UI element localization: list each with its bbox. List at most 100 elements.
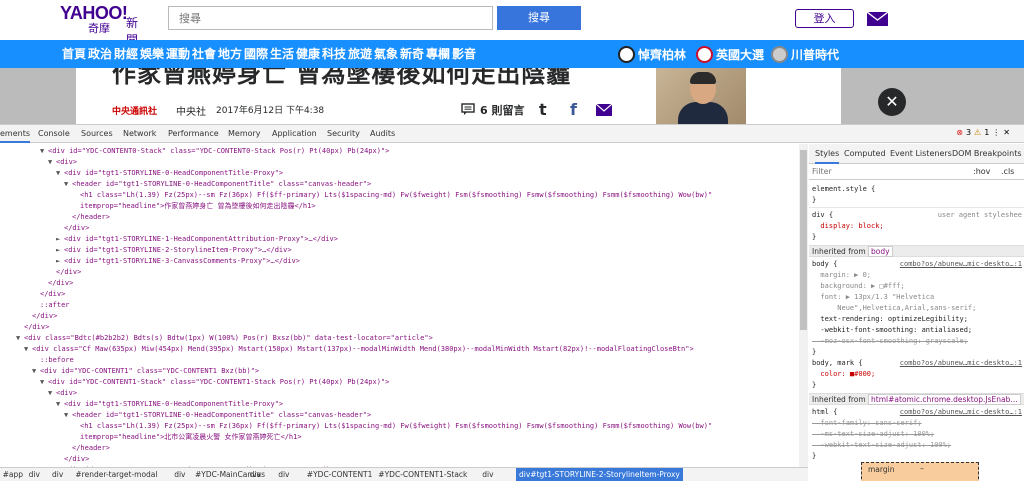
devtools-tab[interactable]: Performance — [168, 125, 219, 143]
dom-node[interactable]: </div> — [0, 223, 807, 234]
styles-tab[interactable]: Computed — [844, 144, 886, 164]
dom-node[interactable]: </div> — [0, 311, 807, 322]
share-mail-icon[interactable] — [596, 104, 612, 116]
nav-item[interactable]: 專欄 — [426, 40, 450, 68]
expand-toggle-icon[interactable]: ▼ — [24, 344, 32, 355]
dom-node[interactable]: itemprop="headline">北市公寓凌晨火警 女作家曾燕婷死亡</h… — [0, 432, 807, 443]
dom-node[interactable]: ▼ <div id="YDC-CONTENT0-Stack" class="YDC… — [0, 146, 807, 157]
breadcrumb-item[interactable]: #YDC-CONTENT1-Stack — [378, 468, 467, 481]
inherited-tag[interactable]: html#atomic.chrome.desktop.JsEnab… — [868, 394, 1021, 405]
style-line[interactable]: body, mark {combo?os/abunew…mic-deskto…:… — [812, 358, 1024, 369]
breadcrumb-item[interactable]: div — [174, 468, 185, 481]
devtools-tab[interactable]: ements — [0, 125, 31, 143]
nav-item[interactable]: 生活 — [270, 40, 294, 68]
style-line[interactable]: text-rendering: optimizeLegibility; — [812, 314, 1024, 325]
style-line[interactable]: div {user agent styleshee — [812, 210, 1024, 221]
warning-count[interactable]: 1 — [984, 128, 989, 137]
nav-item-special[interactable]: 川普時代 — [771, 43, 839, 65]
elements-tree[interactable]: ▼ <div id="YDC-CONTENT0-Stack" class="YDC… — [0, 144, 808, 467]
expand-toggle-icon[interactable]: ▼ — [40, 146, 48, 157]
devtools-tab[interactable]: Sources — [81, 125, 113, 143]
dom-node[interactable]: </header> — [0, 212, 807, 223]
mail-icon[interactable] — [867, 12, 888, 26]
nav-item[interactable]: 政治 — [88, 40, 112, 68]
yahoo-logo[interactable]: YAHOO! 奇摩 新聞 — [60, 4, 138, 47]
style-line[interactable]: } — [812, 347, 1024, 358]
devtools-tab[interactable]: Network — [123, 125, 156, 143]
dom-node[interactable]: </div> — [0, 454, 807, 465]
nav-item[interactable]: 氣象 — [374, 40, 398, 68]
login-button[interactable]: 登入 — [795, 9, 854, 28]
dom-node[interactable]: </div> — [0, 278, 807, 289]
style-line[interactable]: Neue",Helvetica,Arial,sans-serif; — [812, 303, 1024, 314]
nav-item[interactable]: 運動 — [166, 40, 190, 68]
expand-toggle-icon[interactable]: ▼ — [40, 377, 48, 388]
breadcrumb-item[interactable]: #app — [3, 468, 23, 481]
dom-node[interactable]: ▼ <header id="tgt1-STORYLINE-0-HeadCompon… — [0, 410, 807, 421]
dom-node[interactable]: ▼ <div class="Bdtc(#b2b2b2) Bdts(s) Bdtw(… — [0, 333, 807, 344]
dom-node[interactable]: ::after — [0, 300, 807, 311]
expand-toggle-icon[interactable]: ▼ — [32, 366, 40, 377]
dom-node[interactable]: ▼ <div> — [0, 388, 807, 399]
style-line[interactable]: body {combo?os/abunew…mic-deskto…:1 — [812, 259, 1024, 270]
comment-count[interactable]: 6 則留言 — [480, 102, 524, 118]
nav-item[interactable]: 首頁 — [62, 40, 86, 68]
dom-node[interactable]: </div> — [0, 267, 807, 278]
expand-toggle-icon[interactable]: ► — [56, 245, 64, 256]
dom-node[interactable]: ▼ <div id="tgt1-STORYLINE-0-HeadComponent… — [0, 168, 807, 179]
breadcrumb-item[interactable]: #render-target-modal — [75, 468, 157, 481]
modal-close-button[interactable]: ✕ — [878, 88, 906, 116]
styles-tab[interactable]: Styles — [815, 144, 840, 164]
dom-node[interactable]: ::before — [0, 355, 807, 366]
nav-item[interactable]: 新奇 — [400, 40, 424, 68]
dom-node[interactable]: ► <div id="tgt1-STORYLINE-3-CanvassCommen… — [0, 256, 807, 267]
style-line[interactable]: color: ■#000; — [812, 369, 1024, 380]
style-line[interactable]: } — [812, 451, 1024, 462]
breadcrumb-item[interactable]: #YDC-CONTENT1 — [307, 468, 373, 481]
box-model[interactable]: margin – — [861, 462, 979, 481]
style-line[interactable]: } — [812, 380, 1024, 391]
style-line[interactable]: display: block; — [812, 221, 1024, 232]
dom-node[interactable]: ▼ <div> — [0, 157, 807, 168]
devtools-tab[interactable]: Audits — [370, 125, 395, 143]
style-line[interactable]: } — [812, 232, 1024, 243]
devtools-tab[interactable]: Security — [327, 125, 360, 143]
devtools-tab[interactable]: Application — [272, 125, 317, 143]
styles-filter[interactable]: Filter :hov .cls — [809, 164, 1024, 180]
comment-icon[interactable] — [461, 103, 475, 115]
expand-toggle-icon[interactable]: ► — [56, 234, 64, 245]
stylesheet-link[interactable]: combo?os/abunew…mic-deskto…:1 — [900, 259, 1022, 270]
dom-node[interactable]: ▼ <header id="tgt1-STORYLINE-0-HeadCompon… — [0, 179, 807, 190]
nav-item[interactable]: 娛樂 — [140, 40, 164, 68]
more-menu-icon[interactable]: ⋮ — [992, 128, 1000, 137]
tumblr-icon[interactable]: t — [539, 100, 547, 119]
dom-node[interactable]: </header> — [0, 443, 807, 454]
breadcrumb-item[interactable]: div#tgt1-STORYLINE-2-StorylineItem-Proxy — [516, 468, 683, 481]
style-line[interactable]: } — [812, 195, 1024, 206]
breadcrumb-item[interactable]: div — [52, 468, 63, 481]
filter-input[interactable]: Filter — [812, 167, 832, 176]
nav-item[interactable]: 健康 — [296, 40, 320, 68]
nav-item-special[interactable]: 悼齊柏林 — [618, 43, 686, 65]
dom-node[interactable]: ▼ <div class="Cf Maw(635px) Miw(454px) Me… — [0, 344, 807, 355]
error-icon[interactable]: ⊗ — [956, 128, 963, 137]
nav-item[interactable]: 科技 — [322, 40, 346, 68]
dom-node[interactable]: </div> — [0, 322, 807, 333]
breadcrumb-item[interactable]: div — [250, 468, 261, 481]
stylesheet-link[interactable]: combo?os/abunew…mic-deskto…:1 — [900, 407, 1022, 418]
style-line[interactable]: margin: ▶ 0; — [812, 270, 1024, 281]
dom-node[interactable]: ▼ <div id="tgt1-STORYLINE-0-HeadComponent… — [0, 399, 807, 410]
breadcrumb-item[interactable]: div — [29, 468, 40, 481]
breadcrumb-item[interactable]: div — [482, 468, 493, 481]
nav-item[interactable]: 地方 — [218, 40, 242, 68]
dom-node[interactable]: ▼ <div id="YDC-CONTENT1-Stack" class="YDC… — [0, 377, 807, 388]
nav-item[interactable]: 影音 — [452, 40, 476, 68]
article-photo[interactable] — [656, 68, 746, 124]
breadcrumb-item[interactable]: div — [278, 468, 289, 481]
devtools-close-icon[interactable]: ✕ — [1003, 128, 1010, 137]
nav-item[interactable]: 國際 — [244, 40, 268, 68]
search-input[interactable] — [168, 6, 493, 30]
devtools-tab[interactable]: Memory — [228, 125, 261, 143]
expand-toggle-icon[interactable]: ▼ — [56, 168, 64, 179]
facebook-icon[interactable]: f — [570, 100, 577, 119]
